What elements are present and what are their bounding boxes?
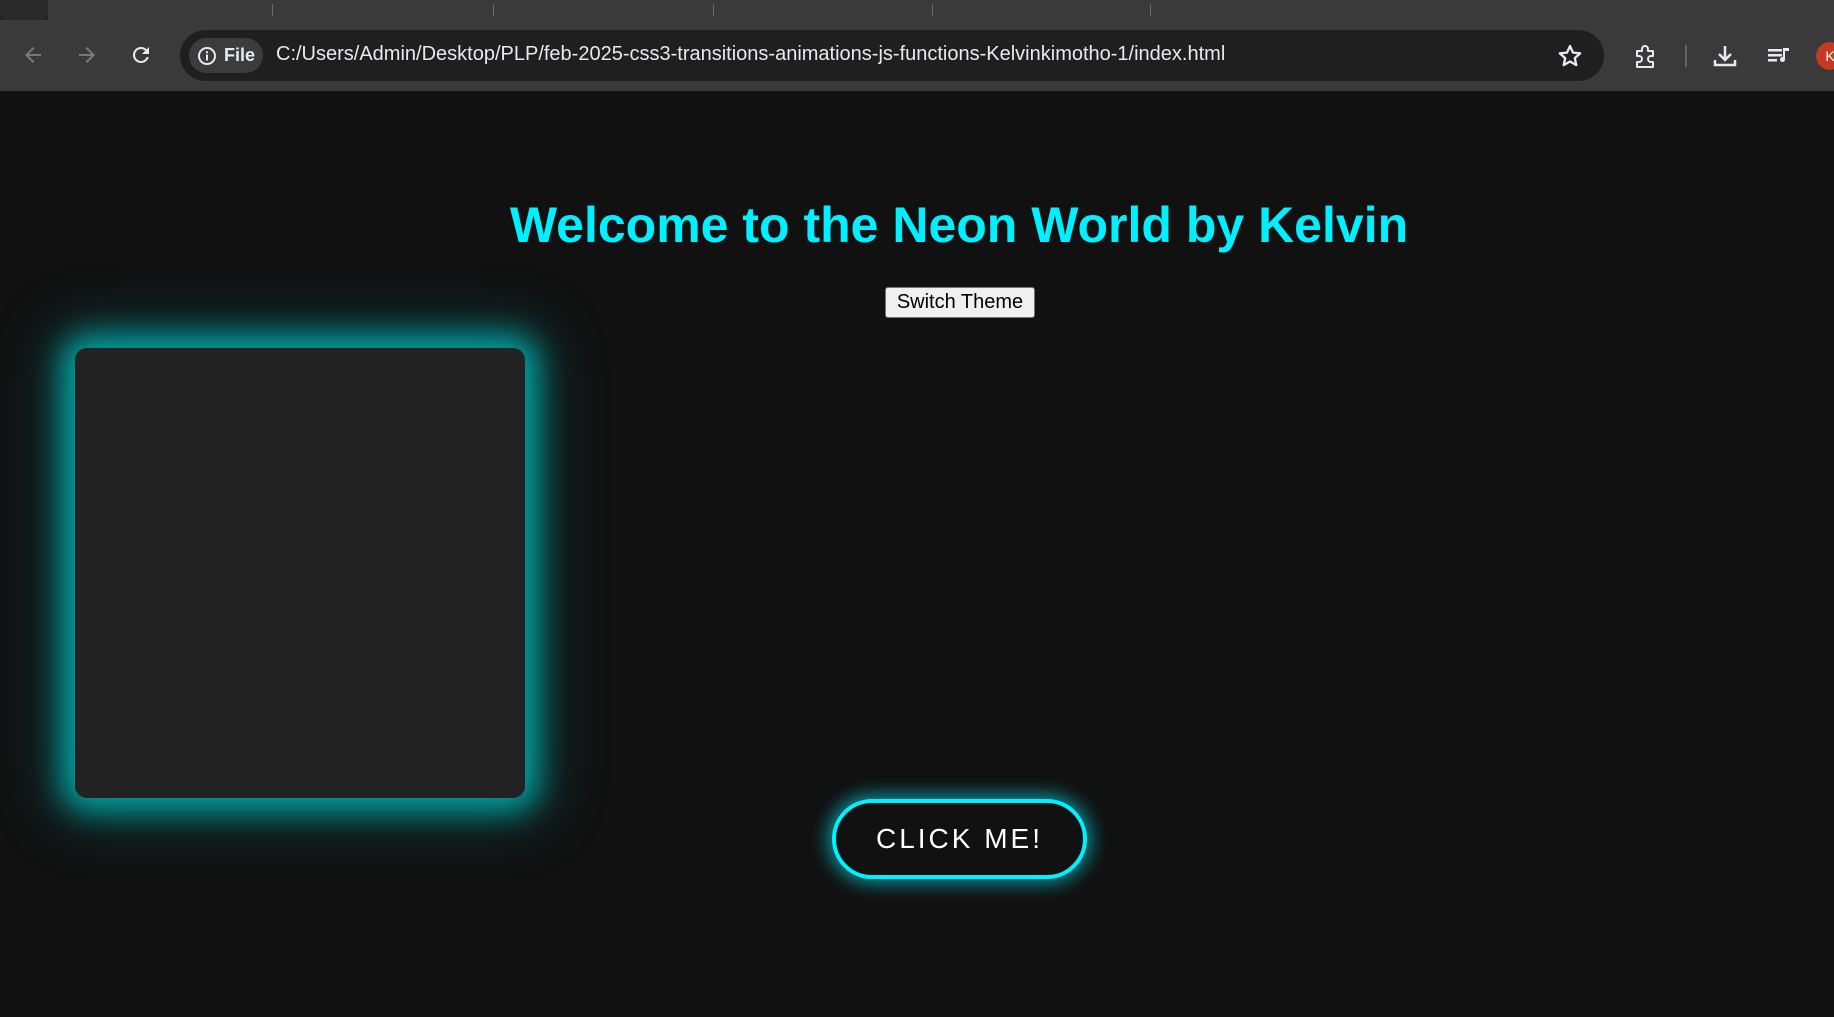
click-me-button[interactable]: CLICK ME! — [832, 799, 1087, 879]
profile-avatar[interactable]: K — [1816, 42, 1834, 70]
tab-separator — [713, 4, 714, 16]
media-queue-icon — [1768, 48, 1789, 63]
switch-theme-button[interactable]: Switch Theme — [885, 287, 1035, 318]
downloads-button[interactable] — [1709, 40, 1741, 72]
forward-arrow-icon — [79, 47, 95, 63]
tab-separator — [272, 4, 273, 16]
neon-glow-box — [75, 348, 525, 798]
address-bar[interactable]: File C:/Users/Admin/Desktop/PLP/feb-2025… — [180, 30, 1604, 81]
tab-separator — [493, 4, 494, 16]
browser-tab-active[interactable] — [1373, 0, 1583, 20]
star-icon[interactable] — [1556, 42, 1584, 70]
media-controls-button[interactable] — [1763, 40, 1795, 72]
tab-separator — [932, 4, 933, 16]
browser-tab[interactable] — [48, 0, 1373, 20]
browser-chrome: File C:/Users/Admin/Desktop/PLP/feb-2025… — [0, 0, 1834, 91]
reload-icon — [132, 46, 149, 63]
reload-button[interactable] — [124, 38, 158, 72]
tab-strip — [0, 0, 1834, 20]
page-title: Welcome to the Neon World by Kelvin — [509, 197, 1409, 253]
site-info-chip[interactable]: File — [189, 38, 263, 73]
tab-separator — [1150, 4, 1151, 16]
back-arrow-icon — [25, 47, 41, 63]
back-button[interactable] — [16, 38, 50, 72]
extensions-button[interactable] — [1630, 40, 1662, 72]
site-info-label: File — [224, 45, 256, 65]
info-icon — [198, 46, 216, 65]
puzzle-icon — [1636, 45, 1654, 68]
toolbar-divider — [1685, 45, 1687, 67]
browser-toolbar: File C:/Users/Admin/Desktop/PLP/feb-2025… — [0, 20, 1834, 91]
url-text[interactable]: C:/Users/Admin/Desktop/PLP/feb-2025-css3… — [276, 43, 1225, 66]
browser-tab[interactable] — [1583, 0, 1834, 20]
forward-button[interactable] — [70, 38, 104, 72]
page-content: Welcome to the Neon World by Kelvin Swit… — [0, 91, 1834, 1017]
download-icon — [1713, 46, 1737, 67]
browser-tab[interactable] — [0, 0, 48, 20]
